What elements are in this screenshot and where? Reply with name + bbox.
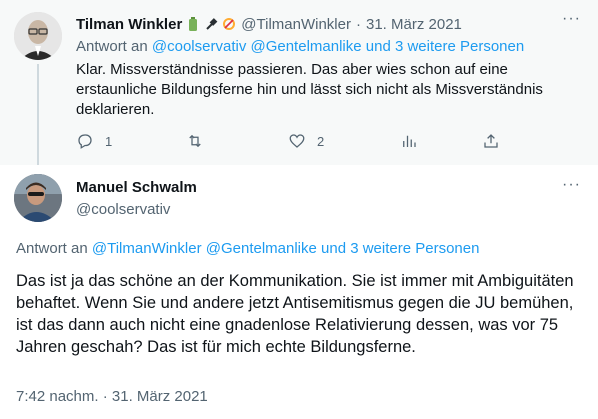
reply-count: 1 (105, 133, 113, 149)
author-handle[interactable]: @coolservativ (76, 201, 170, 218)
avatar[interactable] (14, 12, 62, 60)
like-count: 2 (317, 133, 325, 149)
share-icon (484, 134, 498, 148)
like-button[interactable]: 2 (288, 132, 324, 150)
author-handle[interactable]: @TilmanWinkler (241, 16, 351, 33)
stats-icon (403, 135, 416, 147)
date-separator: · (355, 15, 361, 33)
like-icon (289, 134, 305, 148)
tweet-actions: 1 2 (72, 132, 512, 152)
author-name[interactable]: Tilman Winkler (76, 16, 182, 33)
replying-prefix: Antwort an (16, 240, 88, 257)
battery-icon (186, 16, 200, 32)
share-button[interactable] (482, 132, 500, 150)
more-icon[interactable]: ··· (562, 177, 581, 193)
sign-icon (222, 16, 236, 32)
author-name[interactable]: Manuel Schwalm (76, 179, 197, 196)
tweet-text: Das ist ja das schöne an der Kommunikati… (16, 272, 574, 356)
tweet-header: Tilman Winkler @TilmanWinkler · 31. März… (76, 14, 462, 34)
retweet-icon (189, 134, 201, 148)
replying-to: Antwort an @coolservativ @Gentelmanlike … (76, 38, 524, 55)
replying-to: Antwort an @TilmanWinkler @Gentelmanlike… (16, 240, 479, 257)
tweet-text: Klar. Missverständnisse passieren. Das a… (76, 61, 543, 118)
replying-to-link[interactable]: @coolservativ @Gentelmanlike und 3 weite… (152, 38, 524, 55)
more-icon[interactable]: ··· (562, 11, 581, 27)
reply-button[interactable]: 1 (76, 132, 112, 150)
reply-tweet[interactable]: Tilman Winkler @TilmanWinkler · 31. März… (0, 0, 598, 165)
tweet-timestamp[interactable]: 7:42 nachm. · 31. März 2021 (16, 388, 208, 405)
retweet-button[interactable] (186, 132, 215, 150)
thread-line (37, 64, 39, 165)
tweet-date[interactable]: 31. März 2021 (366, 16, 462, 33)
avatar[interactable] (14, 174, 62, 222)
replying-to-link[interactable]: @TilmanWinkler @Gentelmanlike und 3 weit… (92, 240, 480, 257)
stats-button[interactable] (400, 132, 418, 150)
plug-icon (204, 16, 218, 32)
replying-prefix: Antwort an (76, 38, 148, 55)
reply-icon (78, 134, 92, 149)
